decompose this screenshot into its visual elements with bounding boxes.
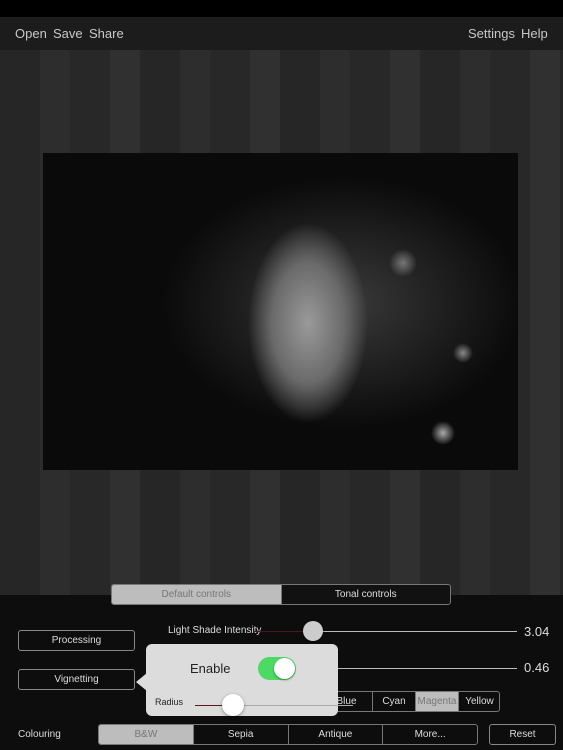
settings-button[interactable]: Settings [468,26,515,41]
colouring-bw[interactable]: B&W [99,725,193,744]
second-slider-track[interactable] [338,668,517,669]
colouring-sepia[interactable]: Sepia [192,725,288,744]
controls-tabs: Default controls Tonal controls [111,584,451,605]
colour-yellow[interactable]: Yellow [458,692,499,711]
colouring-antique[interactable]: Antique [287,725,383,744]
tab-tonal-controls[interactable]: Tonal controls [280,585,451,604]
light-shade-track[interactable] [253,631,517,632]
processing-button[interactable]: Processing [18,630,135,651]
share-button[interactable]: Share [89,26,124,41]
enable-label: Enable [190,661,231,676]
colour-magenta[interactable]: Magenta [415,692,458,711]
toolbar: Open Save Share Settings Help [0,17,563,50]
vignetting-popover: Enable Radius [146,644,353,716]
light-shade-label: Light Shade Intensity [168,625,262,636]
colouring-segments: B&W Sepia Antique More... [98,724,478,745]
colouring-label: Colouring [18,729,61,740]
enable-toggle[interactable] [258,657,296,680]
help-button[interactable]: Help [521,26,548,41]
light-shade-value: 3.04 [524,624,550,639]
open-button[interactable]: Open [15,26,47,41]
photo-preview [43,153,518,470]
colour-cyan[interactable]: Cyan [372,692,415,711]
radius-thumb[interactable] [222,694,244,716]
tab-default-controls[interactable]: Default controls [112,585,281,604]
status-bar [0,0,563,17]
second-slider-value: 0.46 [524,660,550,675]
colouring-more[interactable]: More... [382,725,477,744]
radius-track[interactable] [195,705,353,706]
reset-button[interactable]: Reset [489,724,556,745]
save-button[interactable]: Save [53,26,83,41]
light-shade-thumb[interactable] [303,621,323,641]
radius-label: Radius [155,697,184,707]
toggle-knob [274,658,295,679]
vignetting-button[interactable]: Vignetting [18,669,135,690]
colour-segments: Blue Cyan Magenta Yellow [320,691,500,712]
